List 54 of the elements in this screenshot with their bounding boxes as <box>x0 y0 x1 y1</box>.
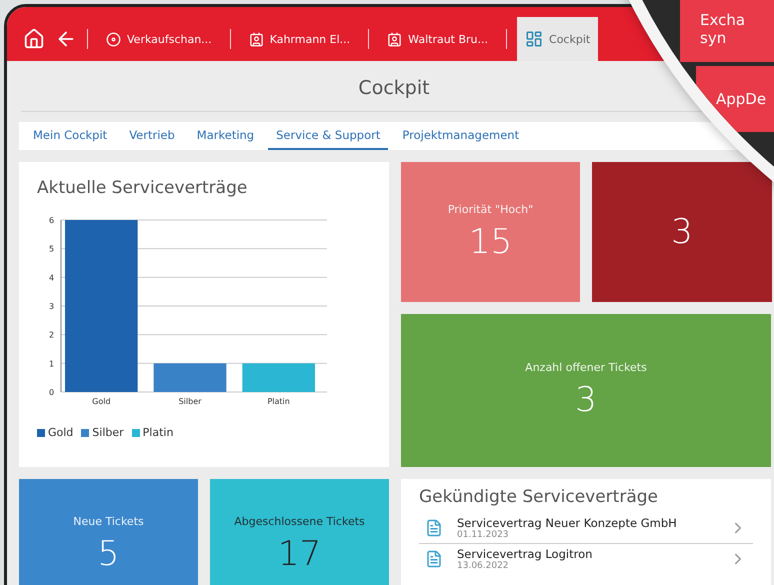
tile-label: Abgeschlossene Tickets <box>234 514 365 528</box>
tile-label: Anzahl offener Tickets <box>525 361 647 374</box>
stat-tile[interactable]: Priorität "Hoch" 15 <box>401 162 580 302</box>
stat-tile[interactable]: Anzahl offener Tickets 3 <box>401 314 771 467</box>
axis-tick-label: 5 <box>49 244 54 254</box>
legend-item: Silber <box>81 426 124 439</box>
axis-tick-label: 4 <box>49 273 54 282</box>
tile-value: 3 <box>575 380 597 420</box>
tile-value: 17 <box>278 534 322 574</box>
tile-value: 3 <box>671 212 693 252</box>
axis-tick-label: 1 <box>49 359 54 368</box>
legend-item: Gold <box>37 426 74 439</box>
stat-tile[interactable]: Abgeschlossene Tickets 17 <box>210 479 389 585</box>
axis-tick-label: 6 <box>49 216 54 225</box>
axis-tick-label: 2 <box>49 330 54 340</box>
section-tab[interactable]: Service & Support <box>268 122 388 150</box>
axis-tick-label: 0 <box>49 388 54 397</box>
card-title: Gekündigte Serviceverträge <box>419 487 659 507</box>
tile-label: AppDe <box>716 90 768 108</box>
axis-category-label: Silber <box>178 397 202 406</box>
tile-value: 15 <box>468 222 512 262</box>
section-tab[interactable]: Vertrieb <box>121 122 183 150</box>
section-tab[interactable]: Projektmanagement <box>394 122 528 150</box>
stat-tile[interactable]: Neue Tickets 5 <box>19 479 198 585</box>
contract-name: Servicevertrag Logitron <box>457 547 594 561</box>
axis-tick-label: 3 <box>49 302 54 311</box>
tile-label: Neue Tickets <box>73 514 144 528</box>
record-tab[interactable]: Verkaufschan... <box>98 17 220 61</box>
disc-icon <box>106 32 121 46</box>
tile-value: 5 <box>98 534 120 574</box>
tile-label: syn <box>700 29 728 47</box>
card-title: Aktuelle Serviceverträge <box>37 178 248 198</box>
contract-row[interactable]: Servicevertrag Neuer Konzepte GmbH 01.11.2023 <box>419 513 753 544</box>
contact-card-icon <box>387 32 402 46</box>
legend-item: Platin <box>132 426 174 439</box>
contact-card-icon <box>248 32 264 46</box>
tile-label: Priorität "Hoch" <box>448 202 534 216</box>
section-tab[interactable]: Marketing <box>188 122 262 150</box>
record-tab[interactable]: Cockpit <box>517 17 598 61</box>
section-tab[interactable]: Mein Cockpit <box>25 122 116 150</box>
stat-tile[interactable]: 3 <box>592 162 772 302</box>
record-tab[interactable]: Kahrmann El... <box>240 17 358 61</box>
axis-category-label: Platin <box>267 397 290 406</box>
axis-category-label: Gold <box>92 397 111 406</box>
tile-label: Excha <box>700 11 746 29</box>
contract-row[interactable]: Servicevertrag Logitron 13.06.2022 <box>419 544 753 574</box>
home-button[interactable] <box>23 28 45 50</box>
document-icon <box>425 519 443 537</box>
dashboard-icon <box>525 30 544 48</box>
contract-date: 01.11.2023 <box>457 530 510 540</box>
document-icon <box>425 550 443 568</box>
contract-date: 13.06.2022 <box>457 561 510 571</box>
record-tab[interactable]: Waltraut Bru... <box>379 17 496 61</box>
contract-name: Servicevertrag Neuer Konzepte GmbH <box>457 516 678 530</box>
